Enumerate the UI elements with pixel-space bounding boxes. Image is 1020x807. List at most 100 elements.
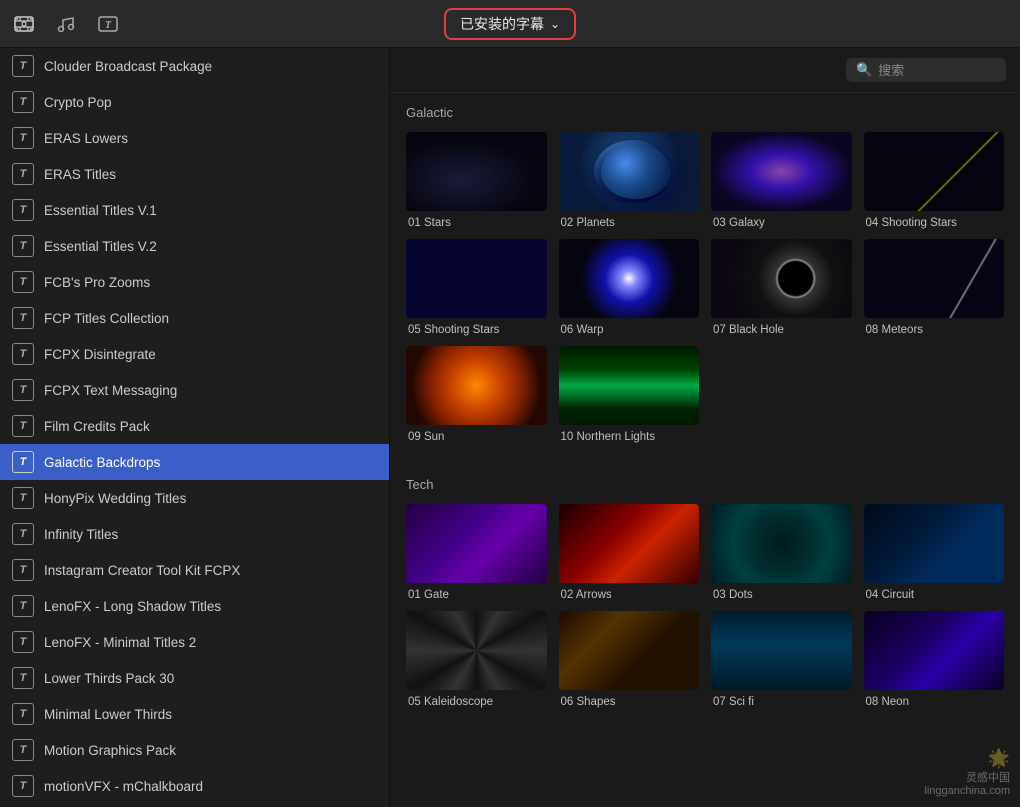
sidebar-item-15[interactable]: T LenoFX - Long Shadow Titles [0,588,389,624]
sidebar-item-8[interactable]: T FCPX Disintegrate [0,336,389,372]
galactic-label-9: 10 Northern Lights [559,430,700,445]
galactic-item-9[interactable]: 10 Northern Lights [553,342,706,449]
installed-subtitles-dropdown[interactable]: 已安装的字幕 ⌄ [444,8,576,40]
tech-item-0[interactable]: 01 Gate [400,500,553,607]
title-icon-5: T [12,235,34,257]
tech-label-1: 02 Arrows [559,588,700,603]
sidebar-item-label-8: FCPX Disintegrate [44,347,156,362]
sidebar-item-19[interactable]: TMotion Graphics Pack [0,732,389,768]
galactic-label-2: 03 Galaxy [711,216,852,231]
sidebar-item-14[interactable]: T Instagram Creator Tool Kit FCPX [0,552,389,588]
galactic-item-0[interactable]: 01 Stars [400,128,553,235]
galactic-thumb-0 [406,132,547,211]
title-icon-14: T [12,559,34,581]
tech-label-0: 01 Gate [406,588,547,603]
galactic-label-7: 08 Meteors [864,323,1005,338]
title-icon-0: T [12,55,34,77]
title-icon-11: T [12,451,34,473]
dropdown-label: 已安装的字幕 [460,14,544,34]
top-bar: T 已安装的字幕 ⌄ [0,0,1020,48]
right-panel: 🔍 Galactic 01 Stars02 Planets03 Galaxy04… [390,48,1020,807]
search-input[interactable] [878,63,996,78]
sidebar-item-label-18: Minimal Lower Thirds [44,707,172,722]
sidebar-item-11[interactable]: TGalactic Backdrops⬅ [0,444,389,480]
sidebar-item-16[interactable]: TLenoFX - Minimal Titles 2 [0,624,389,660]
sidebar-item-2[interactable]: T ERAS Lowers [0,120,389,156]
galactic-label-8: 09 Sun [406,430,547,445]
tech-item-6[interactable]: 07 Sci fi [705,607,858,714]
music-note-icon[interactable] [52,10,80,38]
title-icon-15: T [12,595,34,617]
title-icon-17: T [12,667,34,689]
title-icon-6: T [12,271,34,293]
tech-thumb-2 [711,504,852,583]
sidebar-item-label-2: ERAS Lowers [44,131,128,146]
sidebar-item-7[interactable]: TFCP Titles Collection [0,300,389,336]
title-icon-8: T [12,343,34,365]
galactic-thumb-2 [711,132,852,211]
galactic-item-7[interactable]: 08 Meteors [858,235,1011,342]
tech-thumb-6 [711,611,852,690]
sidebar-item-18[interactable]: TMinimal Lower Thirds [0,696,389,732]
sidebar-item-3[interactable]: TERAS Titles [0,156,389,192]
sidebar-item-10[interactable]: T Film Credits Pack [0,408,389,444]
tech-item-3[interactable]: 04 Circuit [858,500,1011,607]
tech-grid: 01 Gate 02 Arrows 03 Dots04 Circuit 05 Kale… [390,500,1020,730]
title-icon-4: T [12,199,34,221]
top-bar-icons: T [10,10,122,38]
sidebar-item-20[interactable]: TmotionVFX - mChalkboard [0,768,389,804]
galactic-item-1[interactable]: 02 Planets [553,128,706,235]
title-t-icon[interactable]: T [94,10,122,38]
film-reel-icon[interactable] [10,10,38,38]
sidebar-item-9[interactable]: TFCPX Text Messaging [0,372,389,408]
sidebar-item-label-5: Essential Titles V.2 [44,239,157,254]
sidebar-item-1[interactable]: TCrypto Pop [0,84,389,120]
search-input-wrap[interactable]: 🔍 [846,58,1006,82]
sidebar-item-label-7: FCP Titles Collection [44,311,169,326]
tech-section-title: Tech [390,465,1020,500]
title-icon-10: T [12,415,34,437]
tech-item-1[interactable]: 02 Arrows [553,500,706,607]
sidebar-item-label-17: Lower Thirds Pack 30 [44,671,174,686]
galactic-label-0: 01 Stars [406,216,547,231]
galactic-grid: 01 Stars 02 Planets 03 Galaxy 04 Shooting S… [390,128,1020,465]
sidebar-item-label-10: Film Credits Pack [44,419,150,434]
galactic-thumb-1 [559,132,700,211]
chevron-down-icon: ⌄ [550,17,560,31]
sidebar-item-0[interactable]: TClouder Broadcast Package [0,48,389,84]
sidebar-item-label-14: Instagram Creator Tool Kit FCPX [44,563,240,578]
sidebar-item-6[interactable]: TFCB's Pro Zooms [0,264,389,300]
galactic-item-2[interactable]: 03 Galaxy [705,128,858,235]
search-icon: 🔍 [856,62,872,78]
sidebar-item-12[interactable]: THonyPix Wedding Titles [0,480,389,516]
galactic-item-5[interactable]: 06 Warp [553,235,706,342]
galactic-item-3[interactable]: 04 Shooting Stars [858,128,1011,235]
title-icon-12: T [12,487,34,509]
galactic-label-4: 05 Shooting Stars [406,323,547,338]
tech-item-4[interactable]: 05 Kaleidoscope [400,607,553,714]
sidebar-item-13[interactable]: TInfinity Titles [0,516,389,552]
galactic-item-4[interactable]: 05 Shooting Stars [400,235,553,342]
title-icon-2: T [12,127,34,149]
title-icon-19: T [12,739,34,761]
galactic-thumb-6 [711,239,852,318]
svg-text:T: T [105,20,112,31]
galactic-thumb-4 [406,239,547,318]
tech-item-2[interactable]: 03 Dots [705,500,858,607]
title-icon-20: T [12,775,34,797]
sidebar-item-5[interactable]: T Essential Titles V.2 [0,228,389,264]
sidebar-item-17[interactable]: T Lower Thirds Pack 30 [0,660,389,696]
galactic-item-8[interactable]: 09 Sun [400,342,553,449]
galactic-item-6[interactable]: 07 Black Hole [705,235,858,342]
search-bar: 🔍 [390,48,1020,93]
galactic-label-5: 06 Warp [559,323,700,338]
tech-item-5[interactable]: 06 Shapes [553,607,706,714]
sidebar-item-label-11: Galactic Backdrops [44,455,160,470]
galactic-label-6: 07 Black Hole [711,323,852,338]
sidebar-item-label-15: LenoFX - Long Shadow Titles [44,599,221,614]
sidebar-item-4[interactable]: TEssential Titles V.1 [0,192,389,228]
title-icon-9: T [12,379,34,401]
sidebar-item-label-20: motionVFX - mChalkboard [44,779,203,794]
tech-item-7[interactable]: 08 Neon [858,607,1011,714]
galactic-thumb-5 [559,239,700,318]
